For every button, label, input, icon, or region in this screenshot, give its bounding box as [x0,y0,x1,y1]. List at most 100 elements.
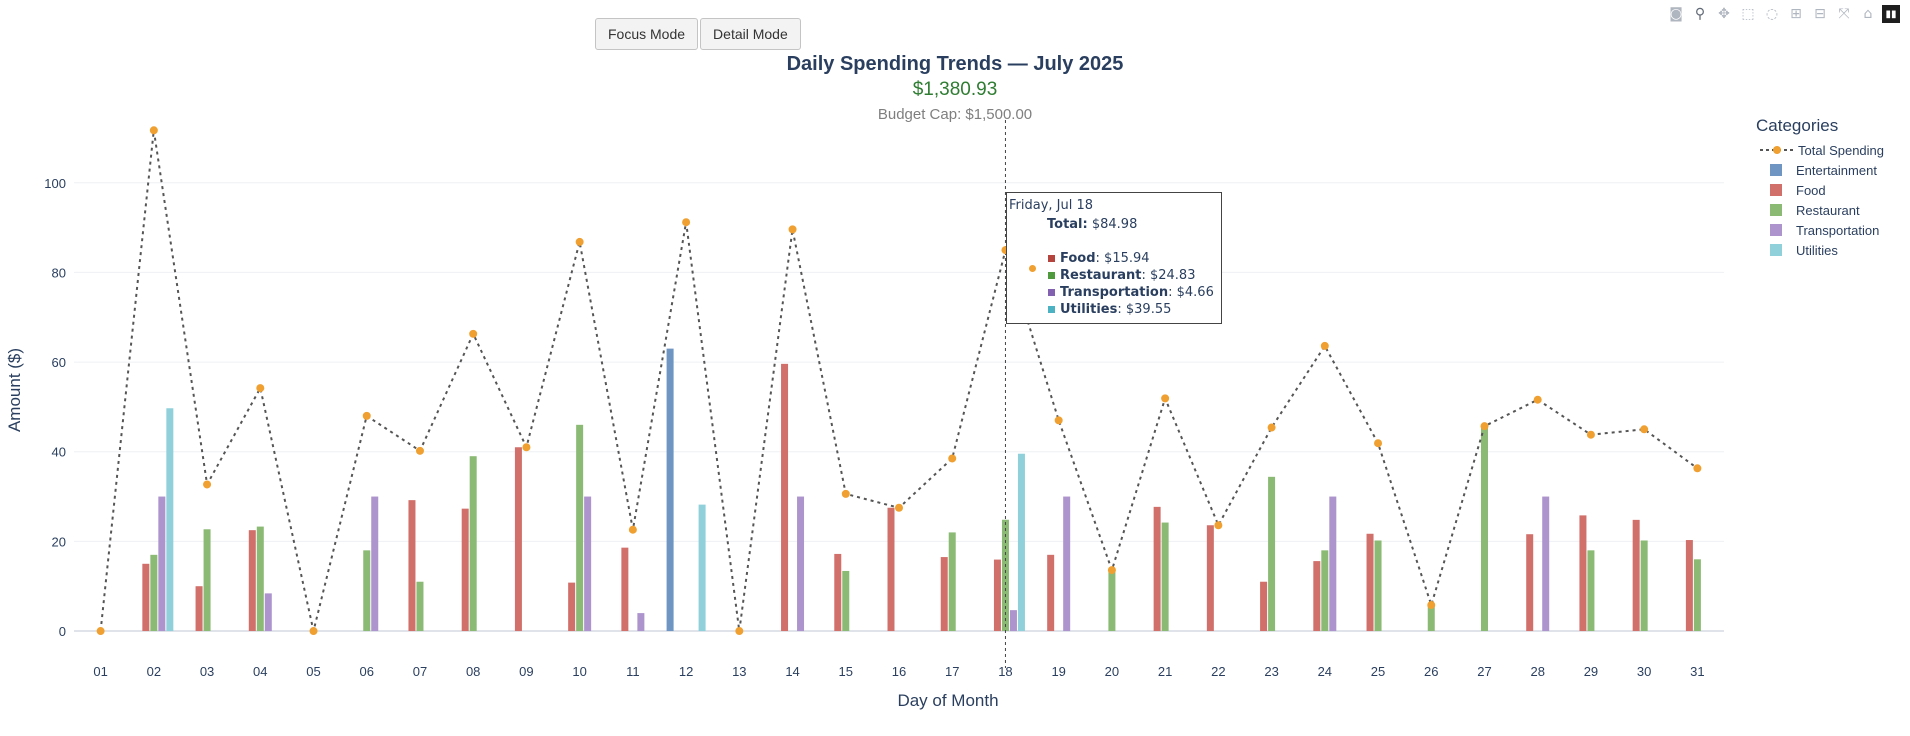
total-marker[interactable] [841,489,850,498]
bar-transportation[interactable] [371,496,379,632]
bar-restaurant[interactable] [1640,540,1648,632]
legend-item-entertainment[interactable]: Entertainment [1756,160,1884,180]
bar-restaurant[interactable] [1480,426,1488,632]
bar-restaurant[interactable] [1108,570,1116,632]
color-swatch-icon [1770,184,1782,196]
bar-restaurant[interactable] [1161,522,1169,632]
bar-food[interactable] [461,508,469,632]
bar-food[interactable] [1153,506,1161,632]
bar-food[interactable] [1366,533,1374,632]
bar-transportation[interactable] [637,613,645,632]
bar-transportation[interactable] [158,496,166,632]
tooltip-total-label: Total: [1047,217,1088,232]
bar-restaurant[interactable] [948,532,956,632]
bar-food[interactable] [940,557,948,632]
bar-food[interactable] [568,582,576,632]
total-marker[interactable] [735,627,744,636]
bar-restaurant[interactable] [203,529,211,632]
legend-item-utilities[interactable]: Utilities [1756,240,1884,260]
bar-food[interactable] [993,559,1001,632]
bar-transportation[interactable] [1542,496,1550,632]
total-marker[interactable] [469,329,478,338]
bar-restaurant[interactable] [1268,476,1276,632]
bar-utilities[interactable] [698,504,706,632]
hover-tooltip: Friday, Jul 18 Total: $84.98 Food: $15.9… [1006,192,1222,324]
tooltip-swatch-icon [1048,289,1055,296]
total-marker[interactable] [1054,416,1063,425]
legend-item-total-spending[interactable]: Total Spending [1756,140,1884,160]
bar-restaurant[interactable] [150,554,158,632]
bar-restaurant[interactable] [416,581,424,632]
bar-restaurant[interactable] [1374,540,1382,632]
bar-utilities[interactable] [1017,453,1025,632]
total-marker[interactable] [1107,566,1116,575]
bar-restaurant[interactable] [842,570,850,632]
color-swatch-icon [1770,224,1782,236]
total-marker[interactable] [256,384,265,393]
bar-food[interactable] [1047,554,1055,632]
bar-food[interactable] [514,447,522,632]
total-marker[interactable] [149,126,158,135]
total-marker[interactable] [309,627,318,636]
legend-item-food[interactable]: Food [1756,180,1884,200]
total-marker[interactable] [1161,394,1170,403]
bar-food[interactable] [1313,561,1321,632]
bar-food[interactable] [248,530,256,632]
bar-restaurant[interactable] [576,424,584,632]
bar-restaurant[interactable] [1693,559,1701,632]
bar-food[interactable] [781,363,789,632]
total-marker[interactable] [96,627,105,636]
bar-restaurant[interactable] [363,550,371,632]
total-marker[interactable] [1533,395,1542,404]
bar-food[interactable] [1579,515,1587,632]
bar-restaurant[interactable] [1321,550,1329,632]
bar-transportation[interactable] [1329,496,1337,632]
total-marker[interactable] [1427,601,1436,610]
bar-food[interactable] [1685,540,1693,632]
total-marker[interactable] [1214,521,1223,530]
total-marker[interactable] [203,480,212,489]
bar-food[interactable] [621,547,629,632]
total-marker[interactable] [682,218,691,227]
bar-restaurant[interactable] [256,526,264,632]
total-marker[interactable] [575,237,584,246]
total-marker[interactable] [1640,425,1649,434]
bar-food[interactable] [1632,519,1640,632]
total-marker[interactable] [1586,430,1595,439]
x-tick-label: 11 [626,664,640,679]
total-marker[interactable] [1267,423,1276,432]
bar-food[interactable] [887,507,895,632]
total-marker[interactable] [1320,341,1329,350]
bar-restaurant[interactable] [1587,550,1595,632]
bar-food[interactable] [408,500,416,632]
bar-food[interactable] [1260,581,1268,632]
bar-food[interactable] [142,563,150,632]
total-marker[interactable] [362,411,371,420]
total-marker[interactable] [415,446,424,455]
bar-transportation[interactable] [797,496,805,632]
total-marker[interactable] [1480,422,1489,431]
bar-food[interactable] [834,553,842,632]
bar-transportation[interactable] [1063,496,1071,632]
bar-transportation[interactable] [1009,610,1017,632]
bar-transportation[interactable] [264,593,272,632]
bar-entertainment[interactable] [666,348,674,632]
bar-transportation[interactable] [584,496,592,632]
bar-utilities[interactable] [166,408,174,632]
legend-item-transportation[interactable]: Transportation [1756,220,1884,240]
total-marker[interactable] [895,503,903,512]
legend-item-restaurant[interactable]: Restaurant [1756,200,1884,220]
total-marker[interactable] [788,225,797,234]
total-marker[interactable] [522,443,531,452]
total-marker[interactable] [628,525,637,534]
tooltip-row-value: : $15.94 [1095,251,1150,266]
bar-food[interactable] [1206,525,1214,632]
total-marker[interactable] [1693,464,1702,473]
spending-chart[interactable]: 0 20 40 60 80 100 01 02 03 04 05 06 07 08 09 10 11 12 13 1… [0,0,1910,736]
total-marker[interactable] [948,454,957,463]
total-marker[interactable] [1374,439,1383,448]
bar-food[interactable] [195,586,203,632]
bar-food[interactable] [1526,534,1534,632]
bar-restaurant[interactable] [469,456,477,632]
legend-label: Total Spending [1798,142,1885,158]
